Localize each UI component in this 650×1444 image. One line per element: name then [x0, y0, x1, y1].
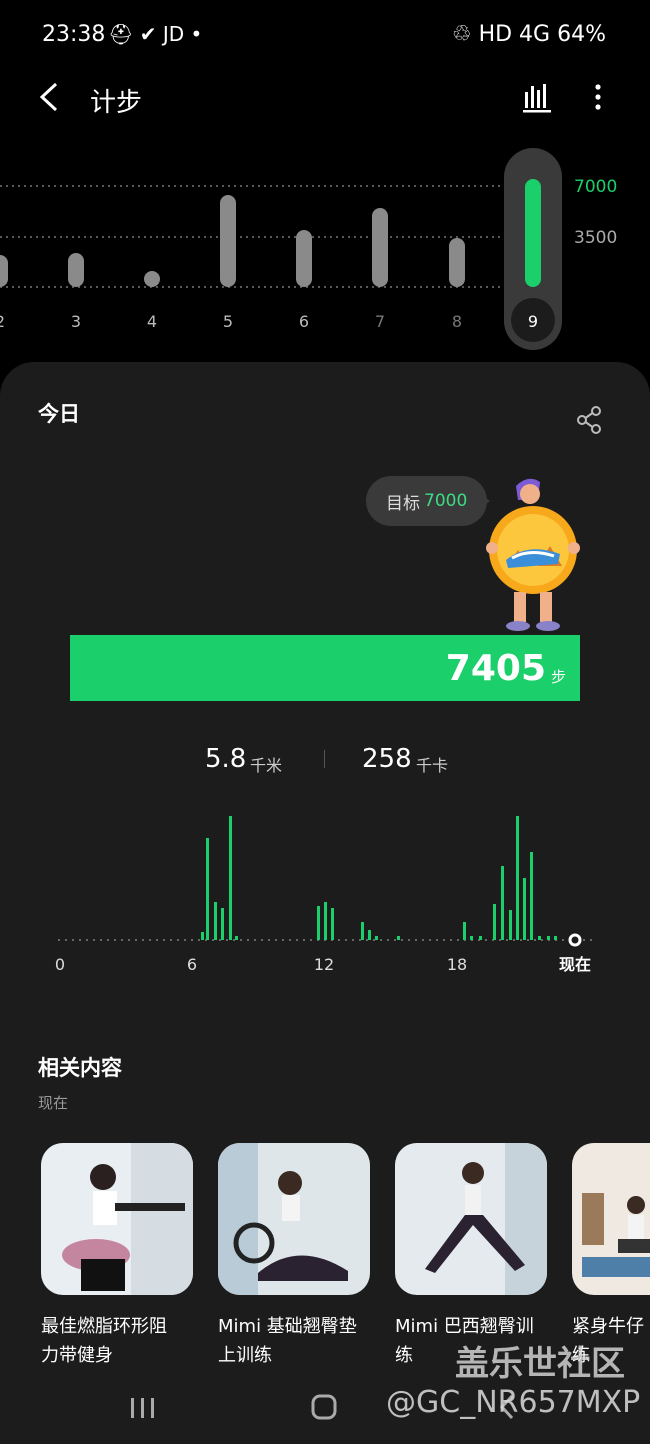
related-item-title-line: 最佳燃脂环形阻: [41, 1316, 167, 1337]
hour-bar: [516, 816, 519, 940]
hour-bar: [317, 906, 320, 940]
hour-bar: [538, 936, 541, 940]
bar-chart-icon: [523, 84, 551, 113]
hour-bar: [554, 936, 557, 940]
hour-bar: [523, 878, 526, 940]
related-item-title[interactable]: Mimi 基础翘臀垫 上训练: [218, 1312, 378, 1370]
chevron-left-icon: [39, 82, 58, 112]
related-item-thumbnail[interactable]: [572, 1143, 650, 1295]
hour-bar: [235, 936, 238, 940]
watermark-handle: @GC_NR657MXP: [386, 1385, 641, 1420]
goal-label: 目标: [386, 493, 420, 514]
week-bar-2: [0, 255, 8, 287]
week-label-9: 9: [528, 312, 538, 331]
related-item-thumbnail[interactable]: [395, 1143, 547, 1295]
hour-bar: [214, 902, 217, 940]
stats-divider: [324, 750, 325, 768]
related-item-title-line: 上训练: [218, 1345, 272, 1366]
hour-bar: [206, 838, 209, 940]
hour-label-18: 18: [447, 955, 467, 974]
status-notification-icons: ⛑ ✔ JD •: [108, 22, 203, 46]
week-bar-4: [144, 271, 160, 287]
week-label-6: 6: [299, 312, 309, 331]
hour-bar: [324, 902, 327, 940]
now-marker: [568, 933, 582, 947]
goal-value: 7000: [424, 491, 468, 511]
week-label-8: 8: [452, 312, 462, 331]
steps-count: 7405: [445, 648, 546, 689]
hourly-steps-chart[interactable]: 0 6 12 18 现在: [50, 800, 610, 990]
hour-label-6: 6: [187, 955, 197, 974]
workout-thumbnail-image: [395, 1143, 547, 1295]
hour-bar: [493, 904, 496, 940]
week-label-4: 4: [147, 312, 157, 331]
hour-bar: [229, 816, 232, 940]
hour-label-12: 12: [314, 955, 334, 974]
hourly-bars: [201, 816, 557, 940]
hour-bar: [361, 922, 364, 940]
related-item-title[interactable]: 最佳燃脂环形阻 力带健身: [41, 1312, 201, 1370]
calories-value: 258: [362, 744, 412, 774]
today-title: 今日: [38, 402, 80, 426]
hour-bar: [463, 922, 466, 940]
week-bar-8: [449, 238, 465, 287]
week-bar-3: [68, 253, 84, 287]
week-bar-7: [372, 208, 388, 287]
related-item-title-line: Mimi 基础翘臀垫: [218, 1316, 357, 1337]
hour-bar: [479, 936, 482, 940]
hour-bar: [509, 910, 512, 940]
week-bar-9: [525, 179, 541, 287]
more-vertical-icon: [595, 84, 601, 110]
related-subtitle: 现在: [38, 1094, 69, 1112]
workout-thumbnail-image: [572, 1143, 650, 1295]
hour-bar: [201, 932, 204, 940]
related-item-title-line: 力带健身: [41, 1345, 113, 1366]
weekly-steps-chart[interactable]: 2 3 4 5 6 7 8 9 7000 3500: [0, 145, 650, 355]
guide-label-7000: 7000: [574, 177, 617, 197]
status-battery-info: ♲ HD 4G 64%: [451, 22, 606, 47]
hour-bar: [368, 930, 371, 940]
share-icon: [577, 406, 601, 434]
hour-bar: [397, 936, 400, 940]
page-title: 计步: [90, 88, 143, 118]
share-button[interactable]: [574, 405, 604, 435]
related-title: 相关内容: [38, 1056, 122, 1080]
week-bar-6: [296, 230, 312, 287]
watermark-text: 盖乐世社区: [455, 1344, 625, 1384]
week-label-3: 3: [71, 312, 81, 331]
hour-bar: [375, 936, 378, 940]
recents-button[interactable]: [131, 1398, 154, 1418]
home-button[interactable]: [311, 1394, 337, 1420]
week-label-7: 7: [375, 312, 385, 331]
back-button[interactable]: [36, 80, 62, 123]
hour-bar: [530, 852, 533, 940]
steps-unit: 步: [550, 668, 566, 686]
guide-label-3500: 3500: [574, 228, 617, 248]
stats-button[interactable]: [520, 80, 554, 114]
week-label-2: 2: [0, 312, 5, 331]
hour-bar: [547, 936, 550, 940]
week-bar-5: [220, 195, 236, 287]
related-item-thumbnail[interactable]: [218, 1143, 370, 1295]
workout-thumbnail-image: [41, 1143, 193, 1295]
goal-bubble: 目标 7000: [366, 476, 488, 526]
hour-label-0: 0: [55, 955, 65, 974]
distance-value: 5.8: [205, 744, 247, 774]
calories-unit: 千卡: [416, 756, 449, 775]
distance-unit: 千米: [250, 756, 283, 775]
hour-bar: [501, 866, 504, 940]
hour-bar: [331, 908, 334, 940]
hour-label-now: 现在: [559, 955, 591, 974]
mascot-badge-illustration: [486, 478, 580, 631]
more-options-button[interactable]: [588, 80, 608, 114]
status-time: 23:38: [42, 22, 106, 47]
week-label-5: 5: [223, 312, 233, 331]
hour-bar: [470, 936, 473, 940]
workout-thumbnail-image: [218, 1143, 370, 1295]
hour-bar: [221, 908, 224, 940]
related-item-thumbnail[interactable]: [41, 1143, 193, 1295]
